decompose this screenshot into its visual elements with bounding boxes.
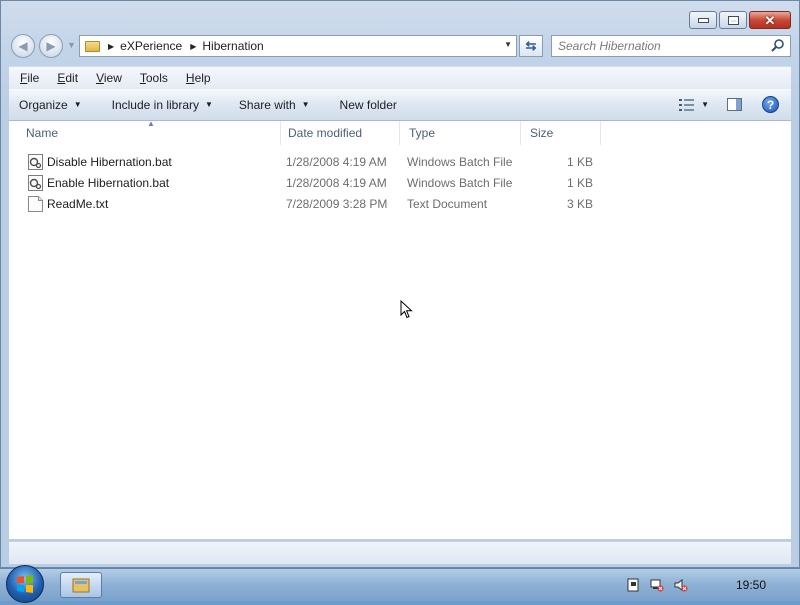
- navigation-row: ◀ ▶ ▼ ▶ eXPerience ▶ Hibernation ▼ ⇆: [1, 34, 799, 60]
- breadcrumb-hibernation[interactable]: Hibernation: [202, 39, 263, 53]
- batch-file-icon: [28, 175, 43, 191]
- file-name: Disable Hibernation.bat: [47, 155, 172, 169]
- maximize-button[interactable]: [719, 11, 747, 29]
- file-size: 3 KB: [566, 197, 593, 211]
- view-controls: ▼ ?: [679, 89, 791, 120]
- caption-buttons: ✕: [689, 11, 791, 29]
- file-name: Enable Hibernation.bat: [47, 176, 170, 190]
- file-row[interactable]: Disable Hibernation.bat 1/28/2008 4:19 A…: [9, 152, 609, 173]
- file-date-modified: 1/28/2008 4:19 AM: [286, 176, 387, 190]
- network-disconnected-icon[interactable]: [650, 578, 664, 592]
- chevron-down-icon: ▼: [73, 100, 82, 109]
- forward-arrow-icon: ▶: [46, 39, 56, 53]
- file-list-view: ▲ Name Date modified Type Size Disable H…: [9, 119, 791, 539]
- start-button[interactable]: [6, 565, 44, 603]
- file-type: Windows Batch File: [407, 176, 513, 190]
- status-bar: [9, 541, 791, 564]
- back-button[interactable]: ◀: [11, 34, 35, 58]
- search-icon[interactable]: [770, 38, 785, 53]
- menu-tools[interactable]: Tools: [133, 71, 175, 85]
- breadcrumb-separator-icon[interactable]: ▶: [190, 42, 196, 51]
- back-arrow-icon: ◀: [18, 39, 28, 53]
- command-bar: Organize ▼ Include in library ▼ Share with…: [9, 89, 791, 121]
- file-name: ReadMe.txt: [47, 197, 109, 211]
- close-button[interactable]: ✕: [749, 11, 791, 29]
- file-date-modified: 1/28/2008 4:19 AM: [286, 155, 387, 169]
- menu-view[interactable]: View: [89, 71, 129, 85]
- file-type: Text Document: [407, 197, 488, 211]
- taskbar-explorer-button[interactable]: [60, 572, 102, 598]
- file-type: Windows Batch File: [407, 155, 513, 169]
- menu-file[interactable]: File: [13, 71, 46, 85]
- mouse-cursor-icon: [400, 300, 413, 319]
- file-row[interactable]: ReadMe.txt 7/28/2009 3:28 PM Text Docume…: [9, 194, 609, 215]
- organize-button[interactable]: Organize ▼: [9, 98, 92, 112]
- search-input[interactable]: [558, 37, 763, 55]
- windows-logo-icon: [17, 575, 33, 593]
- batch-file-icon: [28, 154, 43, 170]
- chevron-down-icon: ▼: [205, 100, 213, 109]
- refresh-icon: ⇆: [525, 38, 537, 53]
- folder-icon: [72, 578, 90, 593]
- explorer-window: ✕ ◀ ▶ ▼ ▶ eXPerience ▶ Hibernation ▼ ⇆ F…: [0, 0, 800, 568]
- minimize-icon: [697, 17, 709, 23]
- file-row[interactable]: Enable Hibernation.bat 1/28/2008 4:19 AM…: [9, 173, 609, 194]
- column-header-type[interactable]: Type: [400, 121, 521, 145]
- menu-edit[interactable]: Edit: [50, 71, 85, 85]
- column-header-date-modified[interactable]: Date modified: [279, 121, 400, 145]
- folder-icon: [85, 40, 100, 52]
- notification-area: 19:50: [620, 569, 800, 601]
- system-clock[interactable]: 19:50: [736, 578, 766, 592]
- file-size: 1 KB: [566, 155, 593, 169]
- search-box[interactable]: [551, 35, 791, 57]
- forward-button[interactable]: ▶: [39, 34, 63, 58]
- recent-pages-dropdown-icon[interactable]: ▼: [67, 40, 76, 50]
- minimize-button[interactable]: [689, 11, 717, 29]
- share-with-button[interactable]: Share with ▼: [223, 98, 320, 112]
- breadcrumb-experience[interactable]: eXPerience: [120, 39, 182, 53]
- refresh-button[interactable]: ⇆: [519, 35, 543, 57]
- preview-pane-icon[interactable]: [727, 98, 742, 111]
- close-icon: ✕: [764, 12, 776, 28]
- text-file-icon: [28, 196, 43, 212]
- include-in-library-button[interactable]: Include in library ▼: [92, 98, 223, 112]
- new-folder-button[interactable]: New folder: [320, 98, 407, 112]
- column-header-row: ▲ Name Date modified Type Size: [9, 119, 791, 145]
- view-options-dropdown-icon[interactable]: ▼: [701, 100, 709, 109]
- chevron-down-icon: ▼: [301, 100, 310, 109]
- file-date-modified: 7/28/2009 3:28 PM: [286, 197, 388, 211]
- maximize-icon: [727, 15, 739, 25]
- address-bar[interactable]: ▶ eXPerience ▶ Hibernation ▼: [79, 35, 517, 57]
- address-dropdown-icon[interactable]: ▼: [504, 40, 512, 49]
- taskbar: 19:50: [0, 565, 800, 603]
- volume-muted-icon[interactable]: [674, 578, 688, 592]
- file-size: 1 KB: [566, 176, 593, 190]
- breadcrumb-separator-icon[interactable]: ▶: [108, 42, 114, 51]
- column-header-name[interactable]: Name: [17, 121, 281, 145]
- action-center-flag-icon[interactable]: [626, 578, 640, 592]
- menu-help[interactable]: Help: [179, 71, 218, 85]
- column-header-size[interactable]: Size: [521, 121, 601, 145]
- help-icon[interactable]: ?: [762, 96, 779, 113]
- menu-bar: File Edit View Tools Help: [9, 66, 791, 89]
- change-view-icon[interactable]: [679, 98, 695, 111]
